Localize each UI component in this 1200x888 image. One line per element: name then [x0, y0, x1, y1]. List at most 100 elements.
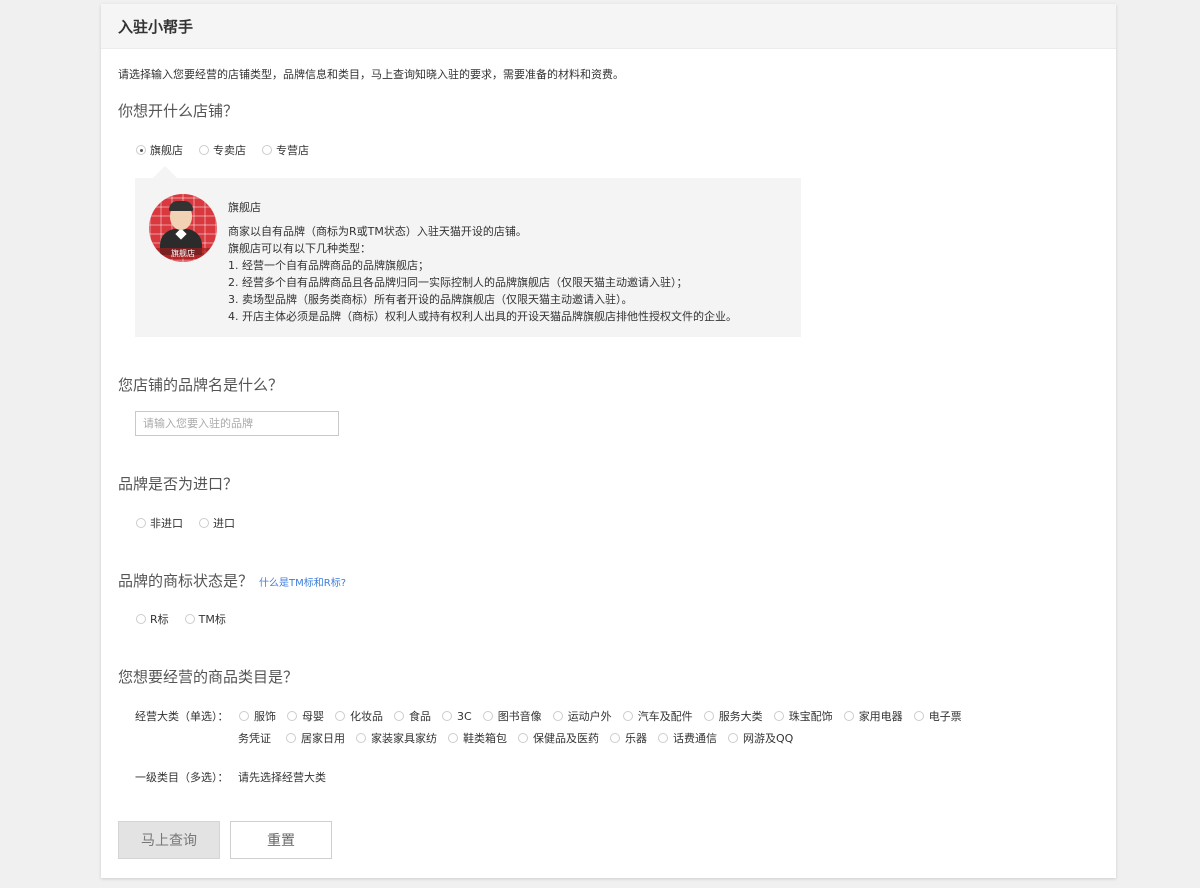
radio-icon[interactable] — [287, 711, 297, 721]
main-category-option-label: 服务大类 — [718, 710, 763, 723]
store-type-infobox: 旗舰店 旗舰店 商家以自有品牌（商标为R或TM状态）入驻天猫开设的店铺。 旗舰店… — [135, 178, 801, 337]
radio-icon[interactable] — [442, 711, 452, 721]
import-question: 品牌是否为进口？ — [118, 475, 239, 493]
trademark-option-r[interactable]: R标 — [136, 611, 169, 627]
main-category-option[interactable]: 运动户外 — [552, 708, 612, 724]
badge-label: 旗舰店 — [149, 248, 217, 259]
main-category-option[interactable]: 电子票 — [913, 708, 962, 724]
main-category-option[interactable]: 食品 — [394, 708, 431, 724]
main-category-option[interactable]: 居家日用 — [286, 730, 345, 746]
main-category-option[interactable]: 家用电器 — [843, 708, 903, 724]
radio-icon[interactable] — [136, 518, 146, 528]
query-button[interactable]: 马上查询 — [118, 821, 220, 859]
radio-icon[interactable] — [518, 733, 528, 743]
trademark-question: 品牌的商标状态是？ — [118, 572, 254, 590]
main-category-option-label: 母婴 — [302, 710, 324, 723]
radio-icon[interactable] — [448, 733, 458, 743]
radio-icon[interactable] — [239, 711, 249, 721]
reset-button[interactable]: 重置 — [230, 821, 332, 859]
radio-icon[interactable] — [286, 733, 296, 743]
main-category-option-label: 电子票 — [928, 710, 962, 723]
main-category-option-label: 食品 — [409, 710, 431, 723]
brand-name-input[interactable] — [135, 411, 339, 436]
radio-icon[interactable] — [356, 733, 366, 743]
radio-icon[interactable] — [552, 711, 563, 721]
brand-name-question: 您店铺的品牌名是什么？ — [118, 376, 284, 394]
infobox-line: 2. 经营多个自有品牌商品且各品牌归同一实际控制人的品牌旗舰店（仅限天猫主动邀请… — [228, 276, 688, 289]
store-type-option-exclusive[interactable]: 专卖店 — [199, 142, 246, 158]
main-category-option[interactable]: 3C — [442, 710, 472, 723]
infobox-line: 旗舰店可以有以下几种类型： — [228, 242, 371, 255]
radio-icon[interactable] — [622, 711, 633, 721]
store-type-radio-group: 旗舰店 专卖店 专营店 — [136, 142, 309, 158]
import-option-domestic[interactable]: 非进口 — [136, 515, 183, 531]
infobox-line: 1. 经营一个自有品牌商品的品牌旗舰店； — [228, 259, 429, 272]
main-category-option[interactable]: 图书音像 — [482, 708, 542, 724]
radio-icon[interactable] — [913, 711, 924, 721]
infobox-line: 3. 卖场型品牌（服务类商标）所有者开设的品牌旗舰店（仅限天猫主动邀请入驻）。 — [228, 293, 633, 306]
store-type-option-label: 旗舰店 — [150, 144, 183, 157]
infobox-line: 商家以自有品牌（商标为R或TM状态）入驻天猫开设的店铺。 — [228, 225, 527, 238]
sub-category-hint: 请先选择经营大类 — [238, 771, 326, 784]
trademark-question-row: 品牌的商标状态是？ 什么是TM标和R标? — [118, 570, 346, 591]
main-category-option-label: 化妆品 — [350, 710, 383, 723]
main-category-option-label: 家装家具家纺 — [371, 732, 437, 745]
main-category-option[interactable]: 珠宝配饰 — [773, 708, 833, 724]
radio-icon[interactable] — [610, 733, 620, 743]
trademark-help-link[interactable]: 什么是TM标和R标? — [259, 574, 346, 589]
intro-text: 请选择输入您要经营的店铺类型，品牌信息和类目，马上查询知晓入驻的要求，需要准备的… — [118, 68, 624, 81]
main-category-row-2: 居家日用 家装家具家纺 鞋类箱包 保健品及医药 乐器 话费通信 网游及QQ — [286, 730, 804, 746]
main-category-option[interactable]: 化妆品 — [335, 708, 383, 724]
trademark-option-label: R标 — [150, 613, 169, 626]
main-category-wrap-text: 务凭证 — [238, 732, 271, 745]
radio-icon[interactable] — [728, 733, 738, 743]
radio-icon[interactable] — [394, 711, 404, 721]
radio-icon[interactable] — [184, 614, 195, 624]
helper-panel: 入驻小帮手 请选择输入您要经营的店铺类型，品牌信息和类目，马上查询知晓入驻的要求… — [101, 4, 1116, 878]
radio-icon[interactable] — [773, 711, 784, 721]
radio-icon[interactable] — [482, 711, 493, 721]
main-category-option[interactable]: 服务大类 — [703, 708, 763, 724]
radio-icon[interactable] — [658, 733, 668, 743]
main-category-option[interactable]: 乐器 — [610, 730, 647, 746]
panel-header: 入驻小帮手 — [101, 4, 1116, 49]
radio-icon[interactable] — [199, 145, 209, 155]
main-category-option[interactable]: 母婴 — [287, 708, 324, 724]
main-category-option[interactable]: 家装家具家纺 — [356, 730, 437, 746]
main-category-option[interactable]: 服饰 — [239, 708, 276, 724]
radio-checked-icon[interactable] — [136, 145, 146, 155]
main-category-option-label: 图书音像 — [497, 710, 542, 723]
main-category-option[interactable]: 话费通信 — [658, 730, 717, 746]
main-category-option-label: 汽车及配件 — [637, 710, 693, 723]
store-type-option-label: 专卖店 — [213, 144, 246, 157]
trademark-radio-group: R标 TM标 — [136, 611, 226, 627]
main-category-option-label: 话费通信 — [673, 732, 717, 745]
radio-icon[interactable] — [136, 614, 146, 624]
store-type-option-specialty[interactable]: 专营店 — [262, 142, 309, 158]
main-category-option[interactable]: 保健品及医药 — [518, 730, 599, 746]
panel-title: 入驻小帮手 — [118, 18, 194, 36]
store-type-option-flagship[interactable]: 旗舰店 — [136, 142, 183, 158]
main-category-option-label: 居家日用 — [301, 732, 345, 745]
main-category-option-label: 家用电器 — [858, 710, 903, 723]
main-category-row-1: 服饰 母婴 化妆品 食品 3C 图书音像 运动户外 汽车及配件 服务大类 珠宝配饰 家用电器 电子票 — [239, 708, 973, 724]
radio-icon[interactable] — [335, 711, 345, 721]
import-option-imported[interactable]: 进口 — [199, 515, 235, 531]
radio-icon[interactable] — [703, 711, 714, 721]
infobox-caret — [153, 166, 177, 178]
main-category-option-label: 服饰 — [254, 710, 276, 723]
main-category-option-label: 运动户外 — [567, 710, 612, 723]
flagship-badge-image: 旗舰店 — [149, 194, 217, 262]
radio-icon[interactable] — [199, 518, 209, 528]
main-category-option-label: 3C — [457, 709, 472, 723]
main-category-option[interactable]: 汽车及配件 — [622, 708, 693, 724]
radio-icon[interactable] — [843, 711, 854, 721]
main-category-option-label: 鞋类箱包 — [463, 732, 507, 745]
radio-icon[interactable] — [262, 145, 272, 155]
trademark-option-label: TM标 — [198, 613, 226, 626]
main-category-option[interactable]: 鞋类箱包 — [448, 730, 507, 746]
store-type-option-label: 专营店 — [276, 144, 309, 157]
main-category-option[interactable]: 网游及QQ — [728, 730, 793, 746]
store-type-question: 你想开什么店铺？ — [118, 102, 239, 120]
trademark-option-tm[interactable]: TM标 — [184, 611, 226, 627]
